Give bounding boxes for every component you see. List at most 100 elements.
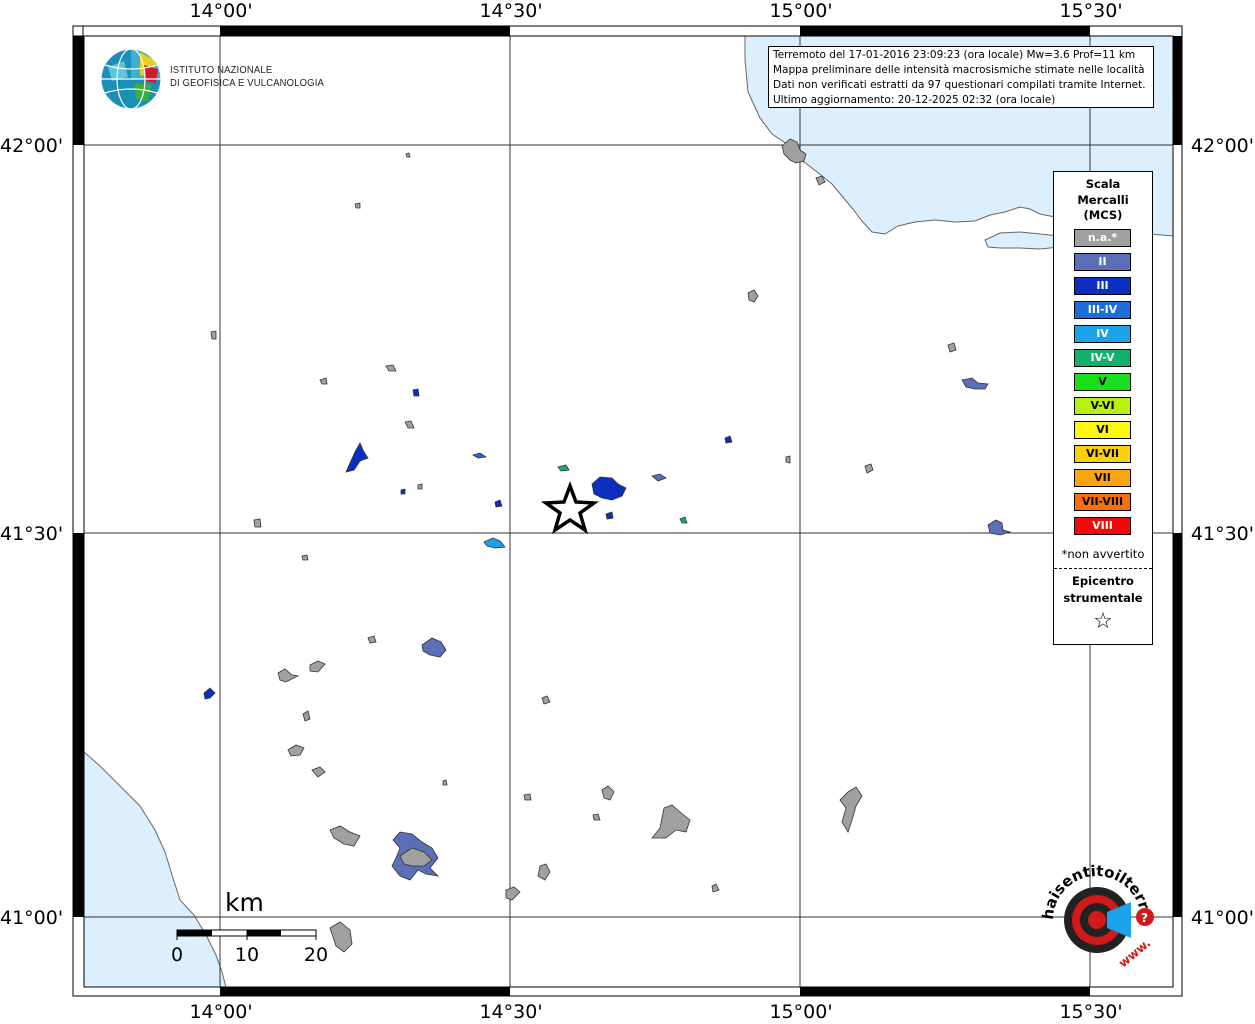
scale-bar-graphic bbox=[176, 929, 317, 940]
locality-grey[interactable] bbox=[405, 152, 411, 158]
locality-grey[interactable] bbox=[367, 635, 377, 644]
lat-label-right: 41°00' bbox=[1190, 907, 1254, 929]
last-update: Ultimo aggiornamento: 20-12-2025 02:32 (… bbox=[773, 94, 1056, 106]
legend-swatch-vi-vii: VI-VII bbox=[1074, 445, 1131, 463]
locality-ii[interactable] bbox=[421, 637, 447, 658]
locality-grey[interactable] bbox=[839, 786, 863, 833]
legend-swatch-vii-viii: VII-VIII bbox=[1074, 493, 1131, 511]
locality-grey[interactable] bbox=[319, 377, 328, 385]
locality-grey[interactable] bbox=[947, 342, 957, 353]
legend-swatch-v-vi: V-VI bbox=[1074, 397, 1131, 415]
locality-iii[interactable] bbox=[345, 442, 369, 473]
locality-ii[interactable] bbox=[987, 519, 1012, 536]
event-title: Terremoto del 17-01-2016 23:09:23 (ora l… bbox=[773, 49, 1136, 61]
legend-divider bbox=[1054, 568, 1152, 569]
locality-iv[interactable] bbox=[483, 537, 506, 549]
scale-bar: km 0 10 20 bbox=[170, 888, 330, 978]
lon-label-top: 14°30' bbox=[479, 0, 543, 22]
legend-epicenter-label: Epicentro strumentale bbox=[1054, 573, 1152, 607]
locality-grey[interactable] bbox=[785, 455, 791, 464]
ingv-name-line1: ISTITUTO NAZIONALE bbox=[170, 64, 273, 76]
locality-grey[interactable] bbox=[329, 825, 361, 847]
locality-ii[interactable] bbox=[651, 473, 667, 482]
locality-iii[interactable] bbox=[412, 388, 420, 397]
legend-swatch-vii: VII bbox=[1074, 469, 1131, 487]
legend-swatches: n.a.* II III III-IV IV IV-V V V-VI VI VI-VII VII VI… bbox=[1074, 229, 1131, 541]
legend-swatch-viii: VIII bbox=[1074, 517, 1131, 535]
mcs-legend: Scala Mercalli (MCS) n.a.* II III III-IV IV I… bbox=[1053, 171, 1153, 645]
locality-grey[interactable] bbox=[329, 921, 353, 953]
legend-swatch-vi: VI bbox=[1074, 421, 1131, 439]
locality-iii[interactable] bbox=[494, 499, 503, 508]
scale-label-0: 0 bbox=[170, 944, 184, 966]
legend-note: *non avvertito bbox=[1061, 547, 1145, 561]
scale-label-20: 20 bbox=[303, 944, 329, 966]
lon-label-bottom: 15°00' bbox=[769, 1001, 833, 1023]
locality-iii[interactable] bbox=[400, 488, 406, 495]
locality-grey[interactable] bbox=[601, 785, 615, 801]
ingv-name: ISTITUTO NAZIONALE DI GEOFISICA E VULCAN… bbox=[170, 64, 324, 90]
locality-iii[interactable] bbox=[605, 511, 614, 520]
map-description: Mappa preliminare delle intensità macros… bbox=[773, 64, 1145, 76]
locality-grey[interactable] bbox=[537, 863, 551, 881]
sea-areas bbox=[83, 35, 1174, 988]
locality-iv-v[interactable] bbox=[679, 516, 688, 524]
locality-grey[interactable] bbox=[541, 695, 551, 705]
lon-label-bottom: 14°00' bbox=[189, 1001, 253, 1023]
epicenter-star[interactable] bbox=[540, 481, 600, 535]
locality-iii-main[interactable] bbox=[591, 476, 627, 501]
locality-grey[interactable] bbox=[404, 420, 415, 429]
locality-iv-v[interactable] bbox=[557, 464, 570, 472]
lon-label-bottom: 15°30' bbox=[1059, 1001, 1123, 1023]
locality-grey[interactable] bbox=[309, 660, 326, 673]
lat-label-right: 41°30' bbox=[1190, 523, 1254, 545]
locality-grey[interactable] bbox=[711, 883, 720, 893]
locality-grey[interactable] bbox=[651, 804, 691, 839]
locality-iii[interactable] bbox=[203, 687, 216, 700]
legend-swatch-iv-v: IV-V bbox=[1074, 349, 1131, 367]
legend-epicenter-line1: Epicentro bbox=[1072, 574, 1134, 588]
lat-label-left: 41°30' bbox=[0, 523, 64, 545]
legend-title: Scala Mercalli (MCS) bbox=[1054, 177, 1152, 224]
locality-grey[interactable] bbox=[505, 886, 521, 901]
locality-ii[interactable] bbox=[961, 377, 989, 390]
lat-label-left: 41°00' bbox=[0, 907, 64, 929]
lon-label-top: 15°00' bbox=[769, 0, 833, 22]
legend-epicenter-line2: strumentale bbox=[1063, 591, 1143, 605]
locality-grey[interactable] bbox=[417, 483, 423, 490]
localities bbox=[203, 138, 1012, 953]
lat-label-left: 42°00' bbox=[0, 135, 64, 157]
event-info-box: Terremoto del 17-01-2016 23:09:23 (ora l… bbox=[768, 46, 1154, 108]
legend-swatch-v: V bbox=[1074, 373, 1131, 391]
locality-grey[interactable] bbox=[354, 202, 361, 209]
locality-iii-iv[interactable] bbox=[472, 452, 488, 459]
legend-swatch-n-a: n.a.* bbox=[1074, 229, 1131, 247]
svg-text:?: ? bbox=[1141, 911, 1148, 925]
locality-grey[interactable] bbox=[301, 554, 309, 561]
locality-grey[interactable] bbox=[592, 813, 601, 821]
locality-grey[interactable] bbox=[287, 744, 305, 757]
haisentito-logo[interactable]: haisentitoilterremoto.it ? www. bbox=[1027, 848, 1160, 977]
locality-grey[interactable] bbox=[302, 710, 311, 722]
legend-swatch-ii: II bbox=[1074, 253, 1131, 271]
locality-grey[interactable] bbox=[523, 793, 532, 801]
ingv-globe-icon bbox=[100, 48, 162, 110]
locality-grey[interactable] bbox=[253, 518, 262, 528]
locality-grey[interactable] bbox=[747, 289, 759, 303]
locality-iii[interactable] bbox=[724, 435, 733, 444]
lon-label-top: 14°00' bbox=[189, 0, 253, 22]
legend-title-line1: Scala bbox=[1085, 177, 1121, 191]
locality-grey[interactable] bbox=[385, 364, 397, 372]
locality-grey[interactable] bbox=[277, 668, 300, 683]
locality-grey[interactable] bbox=[442, 779, 448, 786]
legend-swatch-iv: IV bbox=[1074, 325, 1131, 343]
haisentito-logo-icon: haisentitoilterremoto.it ? www. bbox=[1027, 848, 1155, 970]
lon-label-top: 15°30' bbox=[1059, 0, 1123, 22]
locality-grey[interactable] bbox=[864, 463, 874, 474]
locality-grey[interactable] bbox=[210, 330, 217, 340]
locality-grey[interactable] bbox=[311, 766, 326, 778]
ingv-name-line2: DI GEOFISICA E VULCANOLOGIA bbox=[170, 77, 324, 89]
legend-title-line2: Mercalli bbox=[1077, 192, 1129, 207]
data-source: Dati non verificati estratti da 97 quest… bbox=[773, 79, 1146, 91]
legend-swatch-iii-iv: III-IV bbox=[1074, 301, 1131, 319]
